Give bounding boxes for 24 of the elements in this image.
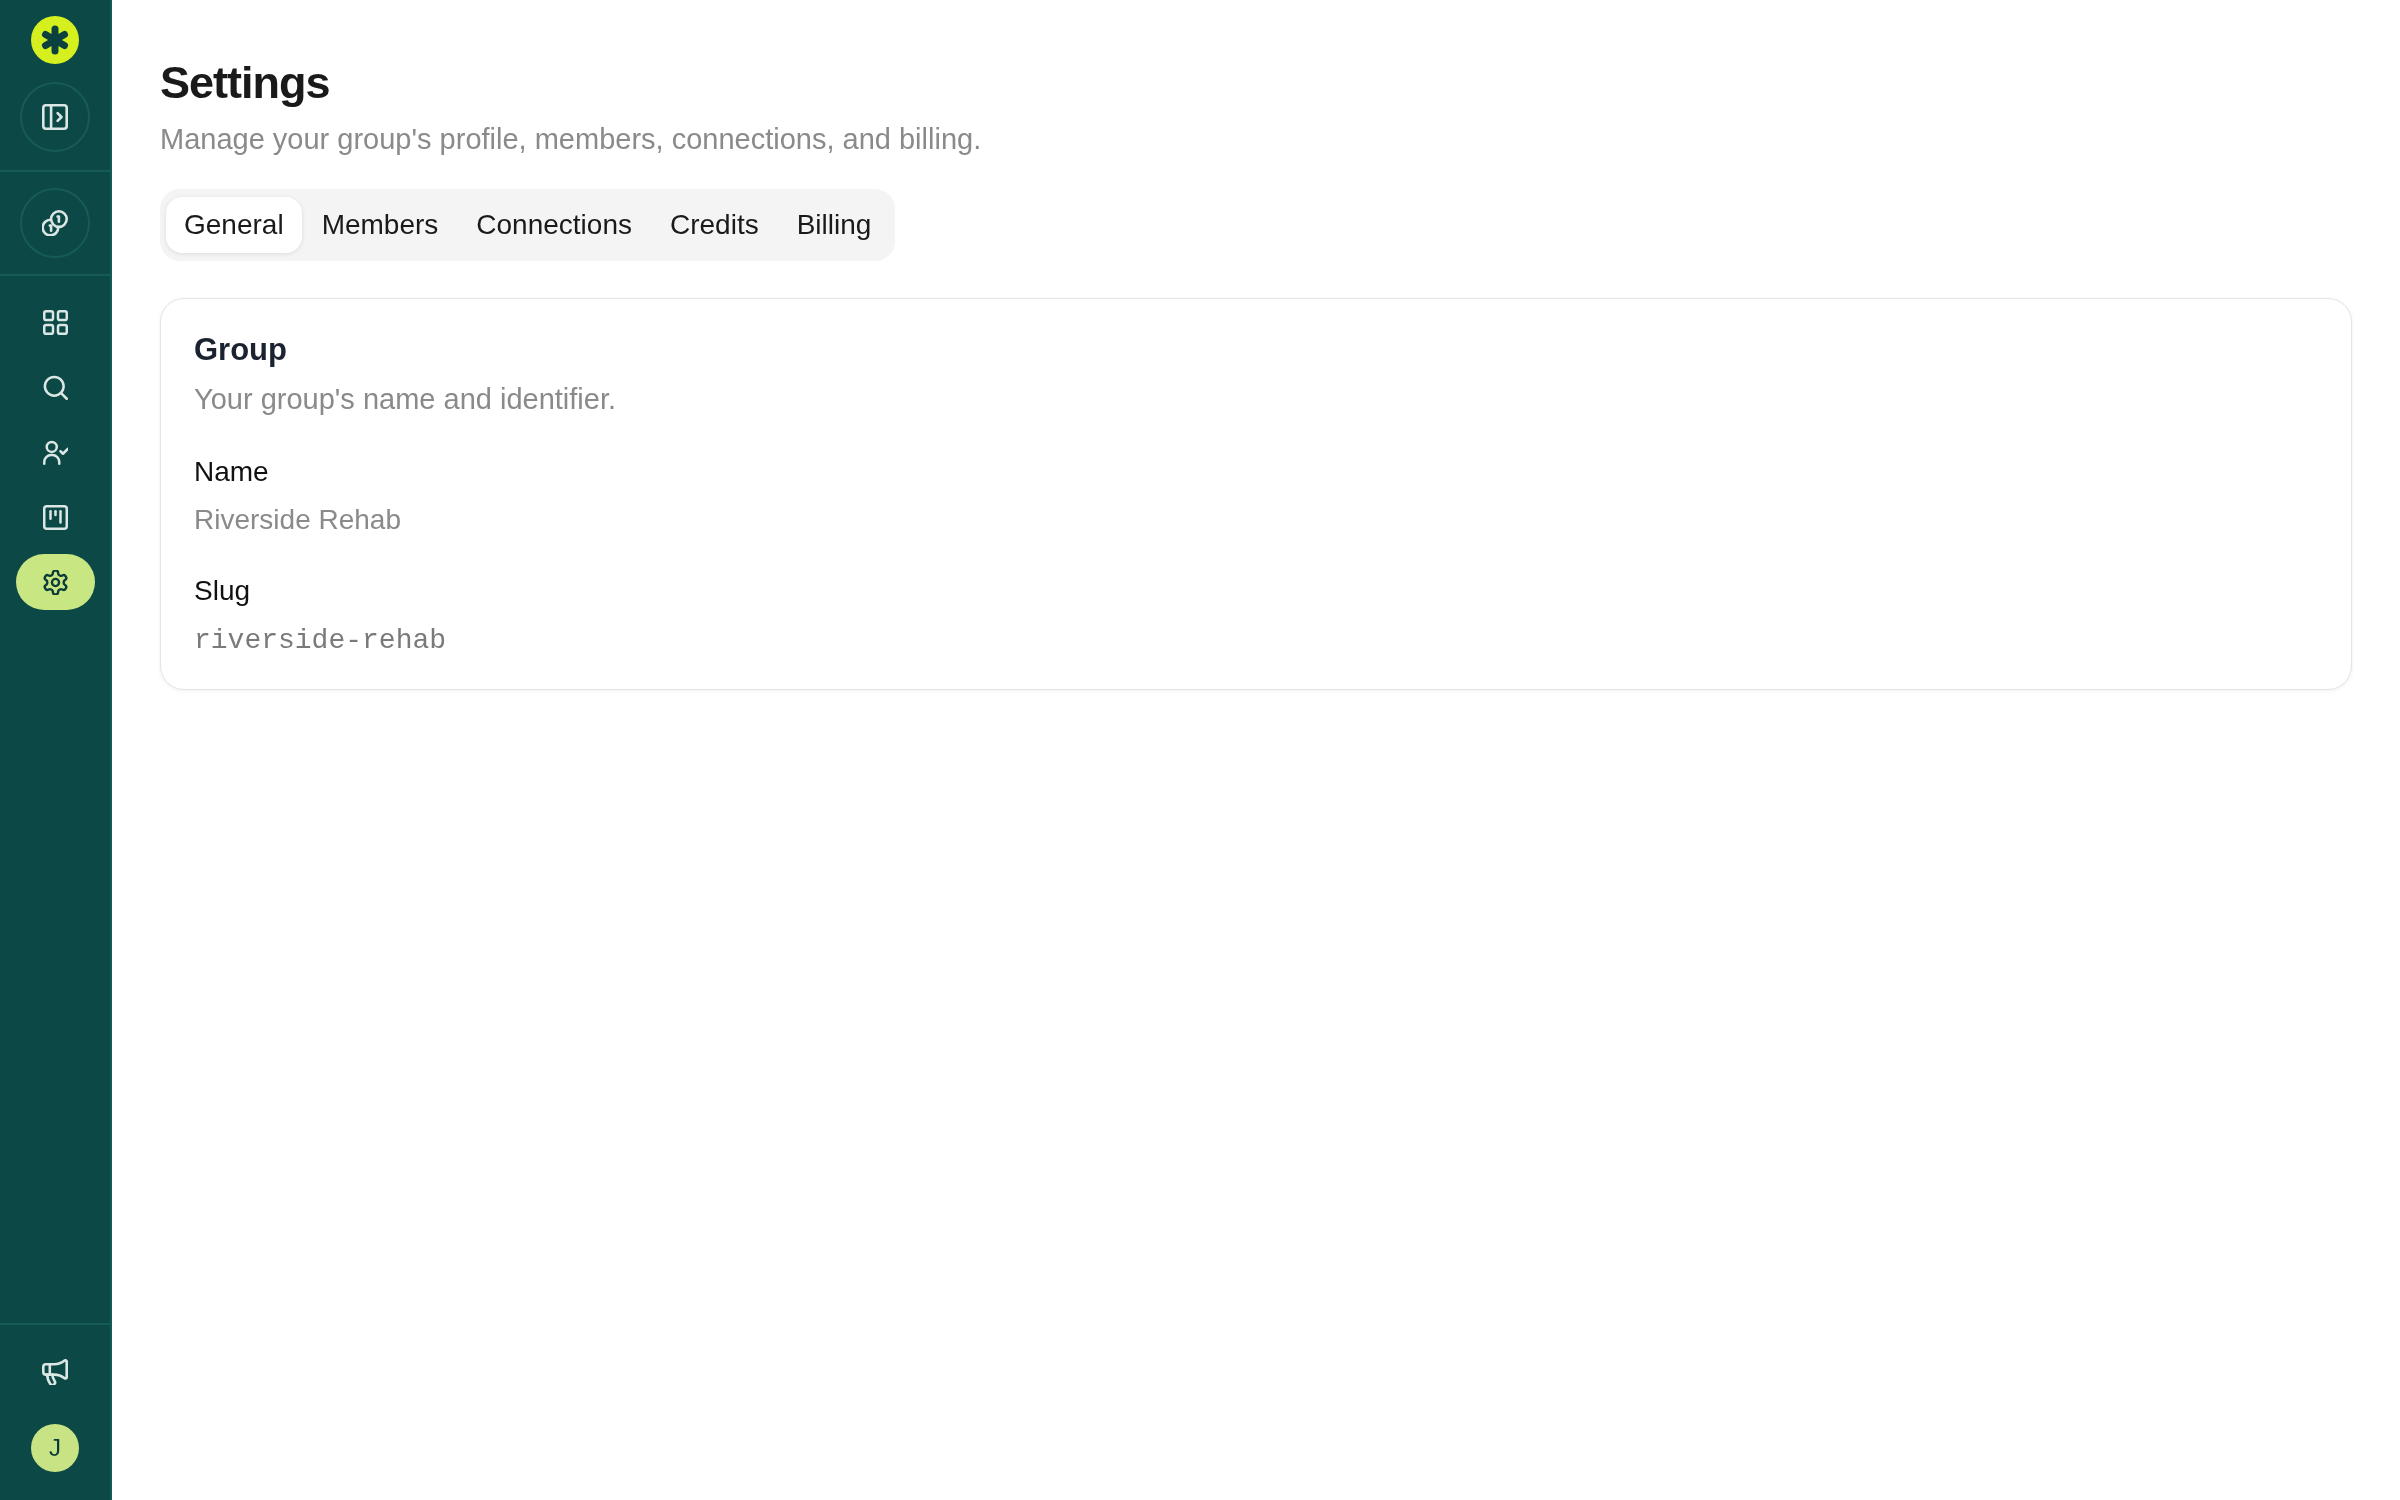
tab[interactable]: General [166, 197, 302, 253]
card-title: Group [194, 331, 288, 368]
megaphone-icon [42, 1359, 68, 1385]
tab[interactable]: Connections [458, 197, 650, 253]
page-title: Settings [160, 56, 331, 110]
field-label: Name [194, 455, 269, 489]
panel-icon [42, 104, 68, 130]
logo-icon[interactable] [31, 16, 79, 64]
page-subtitle: Manage your group's profile, members, connections, and billing. [160, 122, 983, 157]
field-value: riverside-rehab [194, 624, 447, 658]
sidebar-nav-item[interactable] [15, 554, 95, 610]
card-description: Your group's name and identifier. [194, 382, 618, 417]
tab[interactable]: Billing [778, 197, 890, 253]
coins-icon [42, 210, 68, 236]
tab[interactable]: Credits [652, 197, 777, 253]
field-value: Riverside Rehab [194, 503, 401, 537]
settings-icon [42, 569, 68, 595]
user-check-icon [42, 439, 68, 465]
tab[interactable]: Members [303, 197, 457, 253]
user-avatar[interactable]: J [31, 1424, 79, 1472]
grid-icon [42, 309, 68, 335]
board-icon [42, 504, 68, 530]
field-label: Slug [194, 574, 251, 608]
search-icon [42, 374, 68, 400]
